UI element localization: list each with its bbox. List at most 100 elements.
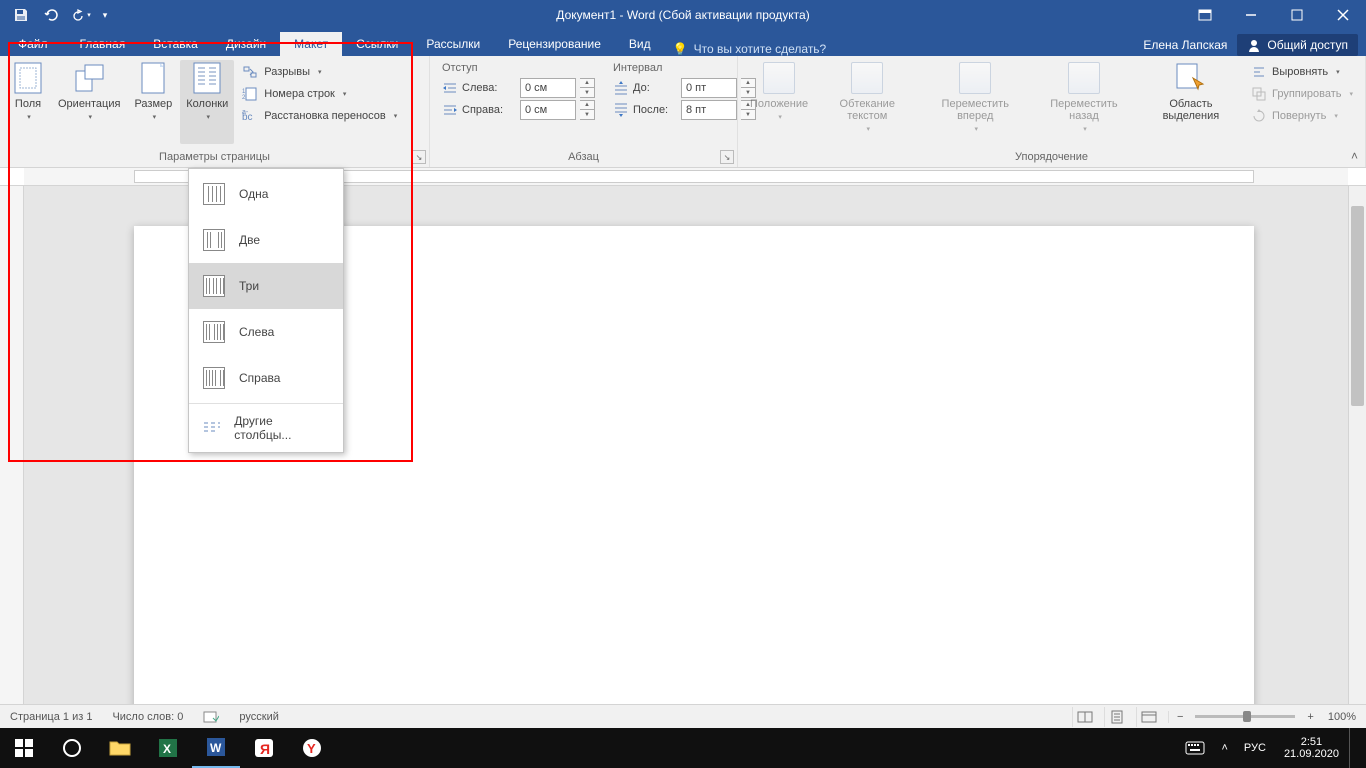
page-setup-launcher[interactable]: ↘ [412,150,426,164]
more-columns-icon [203,421,220,435]
spacing-before-label: До: [633,82,677,94]
ribbon: Поля▾ Ориентация▾ Размер▾ Колонки▾ Разры… [0,56,1366,168]
zoom-slider[interactable] [1195,715,1295,718]
wrap-icon [851,62,883,94]
svg-text:Я: Я [260,741,270,757]
maximize-button[interactable] [1274,0,1320,30]
margins-icon [12,62,44,94]
close-button[interactable] [1320,0,1366,30]
columns-more-label: Другие столбцы... [234,414,329,442]
view-read-mode[interactable] [1072,707,1098,727]
tray-language[interactable]: РУС [1236,728,1274,768]
taskbar-excel[interactable]: X [144,728,192,768]
breaks-button[interactable]: Разрывы▾ [236,62,403,82]
status-page[interactable]: Страница 1 из 1 [10,711,92,723]
margins-button[interactable]: Поля▾ [6,60,50,144]
columns-button[interactable]: Колонки▾ [180,60,234,144]
backward-label: Переместить назад [1050,98,1117,122]
tray-keyboard-icon[interactable] [1177,728,1213,768]
zoom-in-button[interactable]: + [1307,711,1313,723]
zoom-slider-thumb[interactable] [1243,711,1251,722]
taskbar-yandex-browser[interactable]: Y [288,728,336,768]
share-button[interactable]: Общий доступ [1237,34,1358,56]
margins-label: Поля [15,98,41,110]
view-web-layout[interactable] [1136,707,1162,727]
line-numbers-button[interactable]: 12Номера строк▾ [236,84,403,104]
spacing-before-input[interactable]: 0 пт [681,78,737,98]
orientation-icon [73,62,105,94]
columns-more[interactable]: Другие столбцы... [189,406,343,450]
indent-left-input[interactable]: 0 см [520,78,576,98]
title-bar: ▾ ▾ Документ1 - Word (Сбой активации про… [0,0,1366,30]
ruler-vertical[interactable] [0,186,24,704]
columns-left[interactable]: Слева [189,309,343,355]
group-page-setup: Поля▾ Ориентация▾ Размер▾ Колонки▾ Разры… [0,56,430,167]
tray-clock[interactable]: 2:51 21.09.2020 [1274,728,1349,768]
tell-me-search[interactable]: 💡 Что вы хотите сделать? [673,42,827,56]
indent-left-down[interactable]: ▼ [580,88,594,97]
indent-left-up[interactable]: ▲ [580,79,594,88]
breaks-label: Разрывы [264,66,310,78]
taskbar: X W Я Y ˄ РУС 2:51 21.09.2020 [0,728,1366,768]
orientation-button[interactable]: Ориентация▾ [52,60,126,144]
svg-text:2: 2 [242,95,246,101]
line-numbers-icon: 12 [242,87,258,101]
tab-file[interactable]: Файл [0,32,66,56]
taskbar-word[interactable]: W [192,728,240,768]
size-button[interactable]: Размер▾ [128,60,178,144]
status-language[interactable]: русский [239,711,278,723]
collapse-ribbon-button[interactable]: ˄ [1351,149,1358,163]
tab-home[interactable]: Главная [66,32,140,56]
columns-label: Колонки [186,98,228,110]
indent-right-up[interactable]: ▲ [580,101,594,110]
tab-insert[interactable]: Вставка [139,32,212,56]
taskbar-yandex-search[interactable]: Я [240,728,288,768]
minimize-button[interactable] [1228,0,1274,30]
tab-view[interactable]: Вид [615,32,665,56]
scroll-thumb[interactable] [1351,206,1364,406]
hyphenation-button[interactable]: bca-Расстановка переносов▾ [236,106,403,126]
breaks-icon [242,65,258,79]
view-print-layout[interactable] [1104,707,1130,727]
indent-right-input[interactable]: 0 см [520,100,576,120]
indent-right-icon [442,103,458,117]
redo-button[interactable]: ▾ [68,2,94,28]
columns-one[interactable]: Одна [189,171,343,217]
left-column-icon [203,321,225,343]
three-column-icon [203,275,225,297]
user-name[interactable]: Елена Лапская [1143,38,1227,52]
zoom-level[interactable]: 100% [1328,711,1356,723]
quick-access-toolbar: ▾ ▾ [0,2,112,28]
align-button[interactable]: Выровнять▾ [1246,62,1359,82]
indent-heading: Отступ [442,62,595,74]
save-button[interactable] [8,2,34,28]
qat-customize[interactable]: ▾ [98,2,112,28]
indent-left-label: Слева: [462,82,516,94]
tab-review[interactable]: Рецензирование [494,32,615,56]
start-button[interactable] [0,728,48,768]
undo-button[interactable] [38,2,64,28]
selection-pane-button[interactable]: Область выделения [1138,60,1244,144]
tab-references[interactable]: Ссылки [342,32,412,56]
scrollbar-vertical[interactable] [1348,186,1366,704]
forward-icon [959,62,991,94]
zoom-out-button[interactable]: − [1168,711,1183,723]
paragraph-launcher[interactable]: ↘ [720,150,734,164]
columns-two[interactable]: Две [189,217,343,263]
tab-design[interactable]: Дизайн [212,32,280,56]
status-proofing-icon[interactable] [203,710,219,724]
bulb-icon: 💡 [673,42,688,56]
ribbon-options-button[interactable] [1182,0,1228,30]
columns-right[interactable]: Справа [189,355,343,401]
tab-mailings[interactable]: Рассылки [412,32,494,56]
spacing-after-input[interactable]: 8 пт [681,100,737,120]
show-desktop-button[interactable] [1349,728,1366,768]
tray-up-icon[interactable]: ˄ [1213,728,1235,768]
indent-right-down[interactable]: ▼ [580,110,594,119]
tab-layout[interactable]: Макет [280,32,342,56]
taskbar-explorer[interactable] [96,728,144,768]
taskbar-cortana[interactable] [48,728,96,768]
status-words[interactable]: Число слов: 0 [112,711,183,723]
system-tray: ˄ РУС 2:51 21.09.2020 [1177,728,1366,768]
columns-three[interactable]: Три [189,263,343,309]
